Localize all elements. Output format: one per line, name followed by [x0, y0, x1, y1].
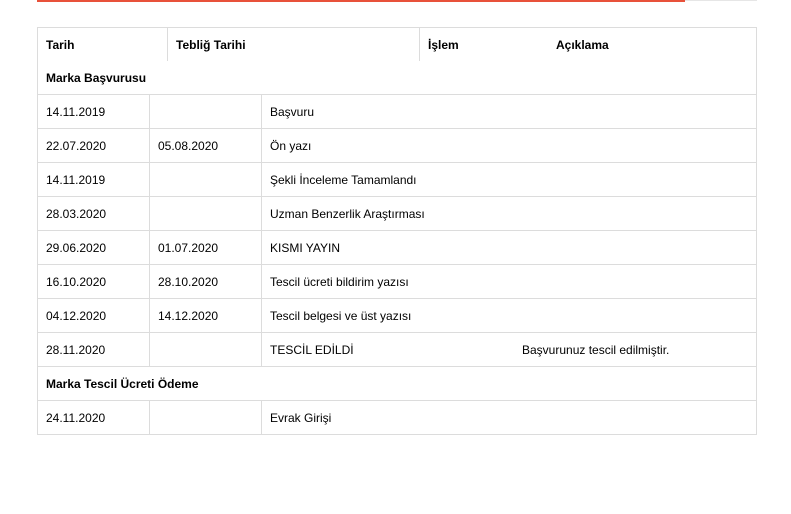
top-divider: [685, 0, 757, 1]
cell-date: 24.11.2020: [38, 401, 150, 434]
cell-date: 16.10.2020: [38, 265, 150, 298]
cell-date: 28.11.2020: [38, 333, 150, 366]
table-row: 04.12.2020 14.12.2020 Tescil belgesi ve üs…: [38, 298, 756, 332]
cell-description: [514, 129, 756, 162]
cell-notification-date: [150, 163, 262, 196]
cell-notification-date: [150, 333, 262, 366]
cell-date: 29.06.2020: [38, 231, 150, 264]
cell-description: [514, 197, 756, 230]
header-description: Açıklama: [556, 37, 609, 52]
table-row: 22.07.2020 05.08.2020 Ön yazı: [38, 128, 756, 162]
header-notification-date: Tebliğ Tarihi: [168, 28, 420, 61]
cell-notification-date: 14.12.2020: [150, 299, 262, 332]
cell-description: [514, 95, 756, 128]
cell-operation: TESCİL EDİLDİ: [270, 342, 354, 357]
cell-description: [514, 299, 756, 332]
cell-notification-date: [150, 401, 262, 434]
table-row: 28.03.2020 Uzman Benzerlik Araştırması: [38, 196, 756, 230]
cell-date: 14.11.2019: [38, 95, 150, 128]
table-row: 14.11.2019 Başvuru: [38, 94, 756, 128]
cell-description: [514, 401, 756, 434]
cell-operation: Evrak Girişi: [270, 410, 332, 425]
cell-date: 28.03.2020: [38, 197, 150, 230]
cell-operation: Tescil belgesi ve üst yazısı: [270, 308, 412, 323]
cell-notification-date: 01.07.2020: [150, 231, 262, 264]
cell-notification-date: [150, 95, 262, 128]
cell-description: [514, 163, 756, 196]
cell-operation: Ön yazı: [270, 138, 312, 153]
application-history-table: Tarih Tebliğ Tarihi İşlem Açıklama Marka…: [37, 27, 757, 435]
cell-operation: KISMI YAYIN: [270, 240, 341, 255]
header-operation: İşlem: [428, 37, 459, 52]
table-row: 29.06.2020 01.07.2020 KISMI YAYIN: [38, 230, 756, 264]
cell-operation: Şekli İnceleme Tamamlandı: [270, 172, 417, 187]
cell-operation: Tescil ücreti bildirim yazısı: [270, 274, 409, 289]
cell-description: [514, 231, 756, 264]
table-body: Marka Başvurusu 14.11.2019 Başvuru 22.07.20…: [38, 61, 756, 434]
table-row: 24.11.2020 Evrak Girişi: [38, 400, 756, 434]
cell-operation: Başvuru: [270, 104, 315, 119]
group-title: Marka Başvurusu: [46, 70, 147, 85]
group-row: Marka Başvurusu: [38, 61, 756, 94]
cell-date: 14.11.2019: [38, 163, 150, 196]
table-row: 14.11.2019 Şekli İnceleme Tamamlandı: [38, 162, 756, 196]
table-header-row: Tarih Tebliğ Tarihi İşlem Açıklama: [38, 28, 756, 61]
top-accent-rule: [37, 0, 685, 2]
cell-description: Başvurunuz tescil edilmiştir.: [522, 342, 670, 357]
table-row: 28.11.2020 TESCİL EDİLDİ Başvurunuz tescil…: [38, 332, 756, 366]
cell-notification-date: [150, 197, 262, 230]
table-row: 16.10.2020 28.10.2020 Tescil ücreti bildir…: [38, 264, 756, 298]
group-title: Marka Tescil Ücreti Ödeme: [46, 376, 199, 391]
cell-description: [514, 265, 756, 298]
cell-notification-date: 28.10.2020: [150, 265, 262, 298]
cell-notification-date: 05.08.2020: [150, 129, 262, 162]
cell-date: 22.07.2020: [38, 129, 150, 162]
cell-date: 04.12.2020: [38, 299, 150, 332]
cell-operation: Uzman Benzerlik Araştırması: [270, 206, 425, 221]
group-row: Marka Tescil Ücreti Ödeme: [38, 366, 756, 400]
header-date: Tarih: [38, 28, 168, 61]
